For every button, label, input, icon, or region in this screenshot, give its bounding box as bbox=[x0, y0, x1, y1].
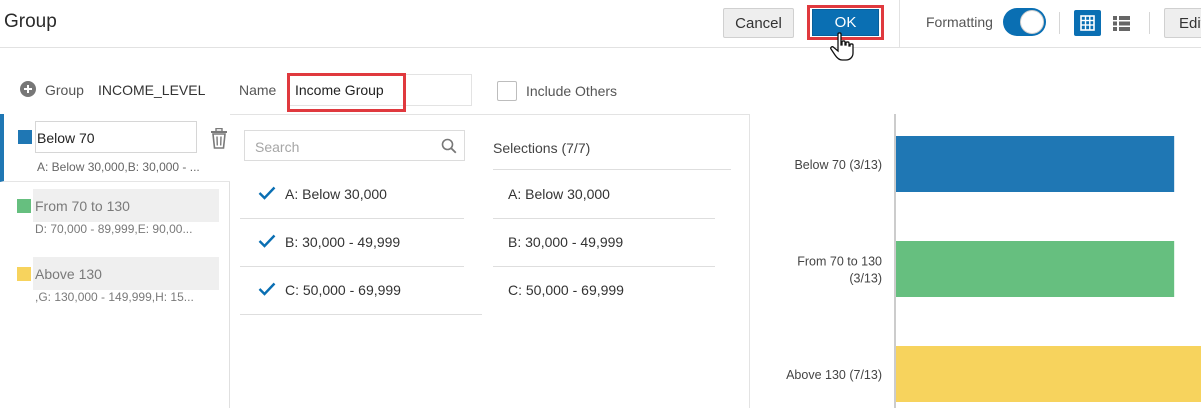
row-divider bbox=[240, 314, 482, 315]
group-color-swatch bbox=[17, 267, 31, 281]
available-item[interactable]: A: Below 30,000 bbox=[240, 171, 464, 219]
include-others-checkbox[interactable] bbox=[497, 81, 517, 101]
selected-item[interactable]: A: Below 30,000 bbox=[493, 171, 723, 219]
bar-chart: Below 70 (3/13) From 70 to 130 (3/13) Above… bbox=[786, 114, 1201, 408]
selected-item-label: A: Below 30,000 bbox=[508, 186, 610, 202]
formatting-toggle[interactable] bbox=[1003, 8, 1046, 36]
header-divider bbox=[1149, 12, 1150, 34]
group-item-below-70[interactable]: Below 70 A: Below 30,000,B: 30,000 - ... bbox=[0, 114, 230, 182]
checkmark-icon bbox=[258, 234, 276, 248]
available-item-label: C: 50,000 - 69,999 bbox=[285, 282, 401, 298]
available-item-label: A: Below 30,000 bbox=[285, 186, 387, 202]
edit-button[interactable]: Edit bbox=[1164, 8, 1201, 38]
selections-divider bbox=[493, 169, 731, 170]
group-name: Below 70 bbox=[37, 130, 95, 146]
selected-item-label: B: 30,000 - 49,999 bbox=[508, 234, 624, 250]
group-color-swatch bbox=[18, 130, 32, 144]
header-divider bbox=[1059, 12, 1060, 34]
group-column-name: INCOME_LEVEL bbox=[98, 82, 206, 98]
search-placeholder: Search bbox=[255, 139, 300, 155]
group-description: A: Below 30,000,B: 30,000 - ... bbox=[37, 160, 200, 174]
toggle-knob bbox=[1020, 10, 1044, 34]
checkmark-icon bbox=[258, 282, 276, 296]
groups-list: Below 70 A: Below 30,000,B: 30,000 - ...… bbox=[0, 114, 230, 408]
group-preview-chart: Below 70 (3/13) From 70 to 130 (3/13) Above… bbox=[760, 114, 1201, 408]
cancel-button[interactable]: Cancel bbox=[723, 8, 794, 38]
group-name: From 70 to 130 bbox=[35, 198, 130, 214]
plus-circle-icon[interactable] bbox=[20, 81, 36, 97]
group-definition-row: Group INCOME_LEVEL Name Income Group Inc… bbox=[0, 48, 760, 114]
formatting-label: Formatting bbox=[926, 14, 993, 30]
name-label: Name bbox=[239, 82, 277, 98]
search-icon[interactable] bbox=[441, 138, 457, 154]
available-item[interactable]: C: 50,000 - 69,999 bbox=[240, 267, 482, 315]
chart-bar[interactable] bbox=[896, 136, 1175, 192]
chart-bar[interactable] bbox=[896, 346, 1201, 402]
available-item[interactable]: B: 30,000 - 49,999 bbox=[240, 219, 464, 267]
trash-icon[interactable] bbox=[209, 128, 229, 150]
selected-item[interactable]: B: 30,000 - 49,999 bbox=[493, 219, 723, 267]
group-name-value: Income Group bbox=[295, 82, 384, 98]
group-color-swatch bbox=[17, 199, 31, 213]
available-item-label: B: 30,000 - 49,999 bbox=[285, 234, 401, 250]
group-description: D: 70,000 - 89,999,E: 90,00... bbox=[35, 222, 193, 236]
dialog-title: Group bbox=[4, 11, 57, 32]
selections-title: Selections (7/7) bbox=[493, 140, 591, 156]
group-name: Above 130 bbox=[35, 266, 102, 282]
group-description: ,G: 130,000 - 149,999,H: 15... bbox=[35, 290, 194, 304]
selected-item[interactable]: C: 50,000 - 69,999 bbox=[493, 267, 723, 315]
dialog-header: Group Cancel OK Formatting Edit bbox=[0, 0, 1201, 61]
chart-category-label: From 70 to 130 bbox=[797, 255, 882, 269]
list-view-icon[interactable] bbox=[1110, 10, 1134, 36]
hand-cursor-icon bbox=[830, 32, 854, 61]
search-input[interactable]: Search bbox=[244, 130, 465, 161]
chart-bar[interactable] bbox=[896, 241, 1175, 297]
chart-category-label: (3/13) bbox=[849, 272, 882, 286]
chart-category-label: Above 130 (7/13) bbox=[786, 368, 882, 382]
grid-view-icon[interactable] bbox=[1074, 10, 1101, 36]
checkmark-icon bbox=[258, 186, 276, 200]
header-divider bbox=[899, 0, 900, 47]
selected-item-label: C: 50,000 - 69,999 bbox=[508, 282, 624, 298]
members-panel: Search A: Below 30,000 B: 30,000 - 49,99… bbox=[230, 114, 750, 408]
chart-category-label: Below 70 (3/13) bbox=[794, 158, 882, 172]
group-label: Group bbox=[45, 82, 84, 98]
include-others-label: Include Others bbox=[526, 83, 618, 99]
